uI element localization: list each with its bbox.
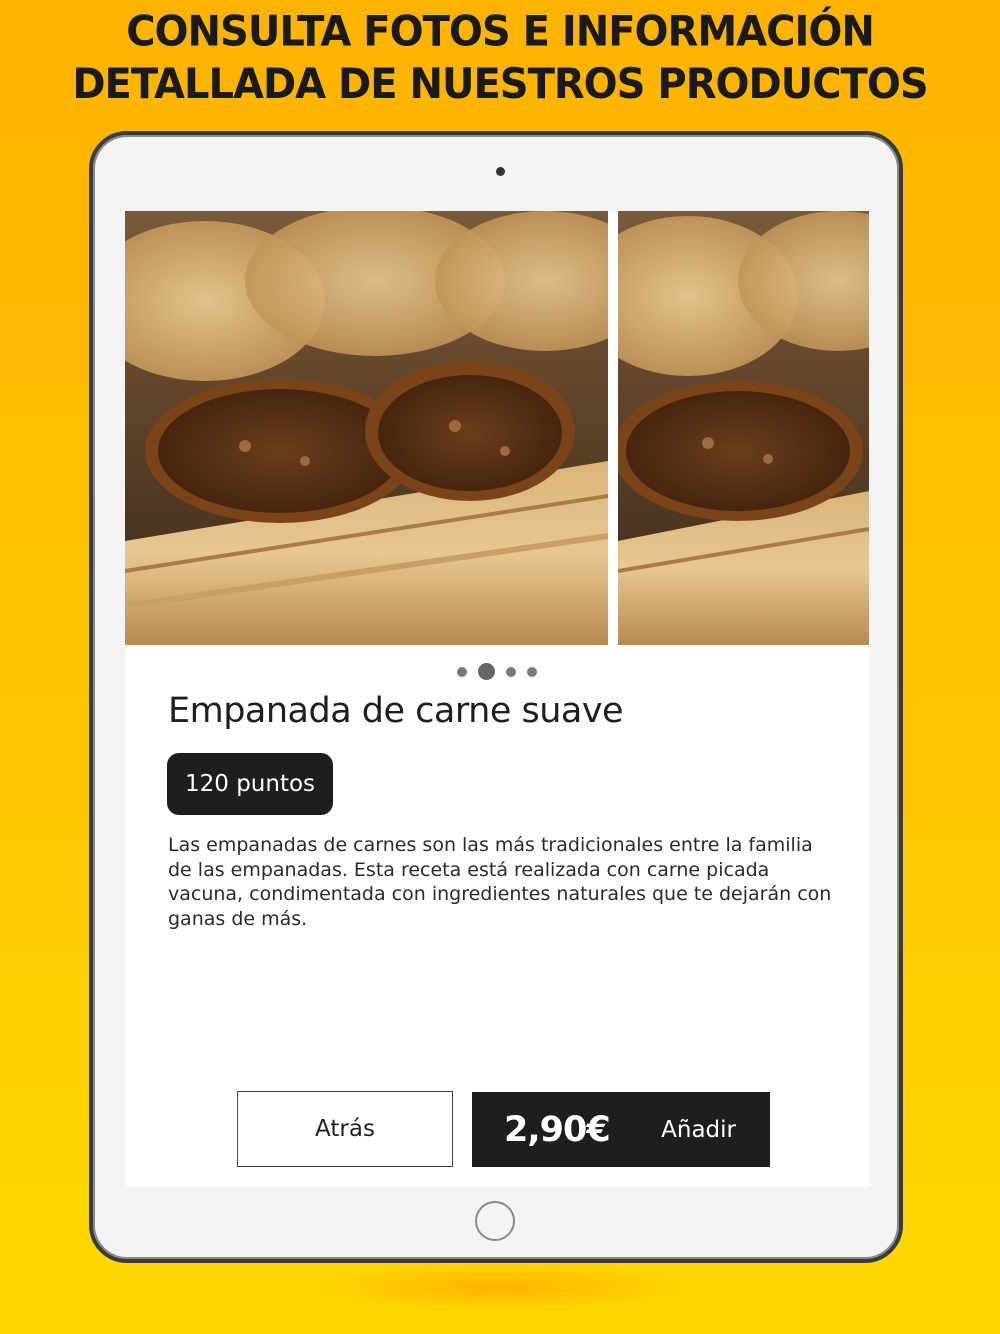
price-label: 2,90€: [504, 1109, 611, 1150]
tablet-shadow-glow: [300, 1262, 700, 1312]
page-dot[interactable]: [527, 666, 537, 677]
promo-headline: CONSULTA FOTOS E INFORMACIÓN DETALLADA D…: [0, 6, 1000, 111]
points-badge: 120 puntos: [167, 753, 334, 815]
back-button[interactable]: Atrás: [237, 1091, 453, 1167]
add-to-cart-button[interactable]: 2,90€ Añadir: [472, 1092, 770, 1167]
product-title: Empanada de carne suave: [168, 691, 624, 731]
page-dot[interactable]: [506, 666, 516, 677]
product-photo-next-preview[interactable]: [618, 211, 869, 645]
page-dot[interactable]: [457, 666, 467, 677]
product-photo-current[interactable]: [125, 211, 608, 645]
headline-line-1: CONSULTA FOTOS E INFORMACIÓN: [126, 7, 875, 56]
back-button-label: Atrás: [315, 1116, 375, 1142]
empanada-photo-image: [125, 211, 608, 645]
empanada-photo-preview-image: [618, 211, 869, 645]
product-detail-screen: Empanada de carne suave 120 puntos Las e…: [125, 211, 869, 1187]
gallery-page-indicator[interactable]: [125, 663, 869, 680]
home-button-icon[interactable]: [475, 1201, 515, 1241]
tablet-device-frame: Empanada de carne suave 120 puntos Las e…: [89, 131, 903, 1263]
add-button-label: Añadir: [661, 1116, 736, 1143]
camera-dot: [496, 167, 505, 176]
page-dot-active[interactable]: [478, 663, 495, 680]
product-description: Las empanadas de carnes son las más trad…: [168, 834, 832, 930]
headline-line-2: DETALLADA DE NUESTROS PRODUCTOS: [72, 60, 928, 109]
